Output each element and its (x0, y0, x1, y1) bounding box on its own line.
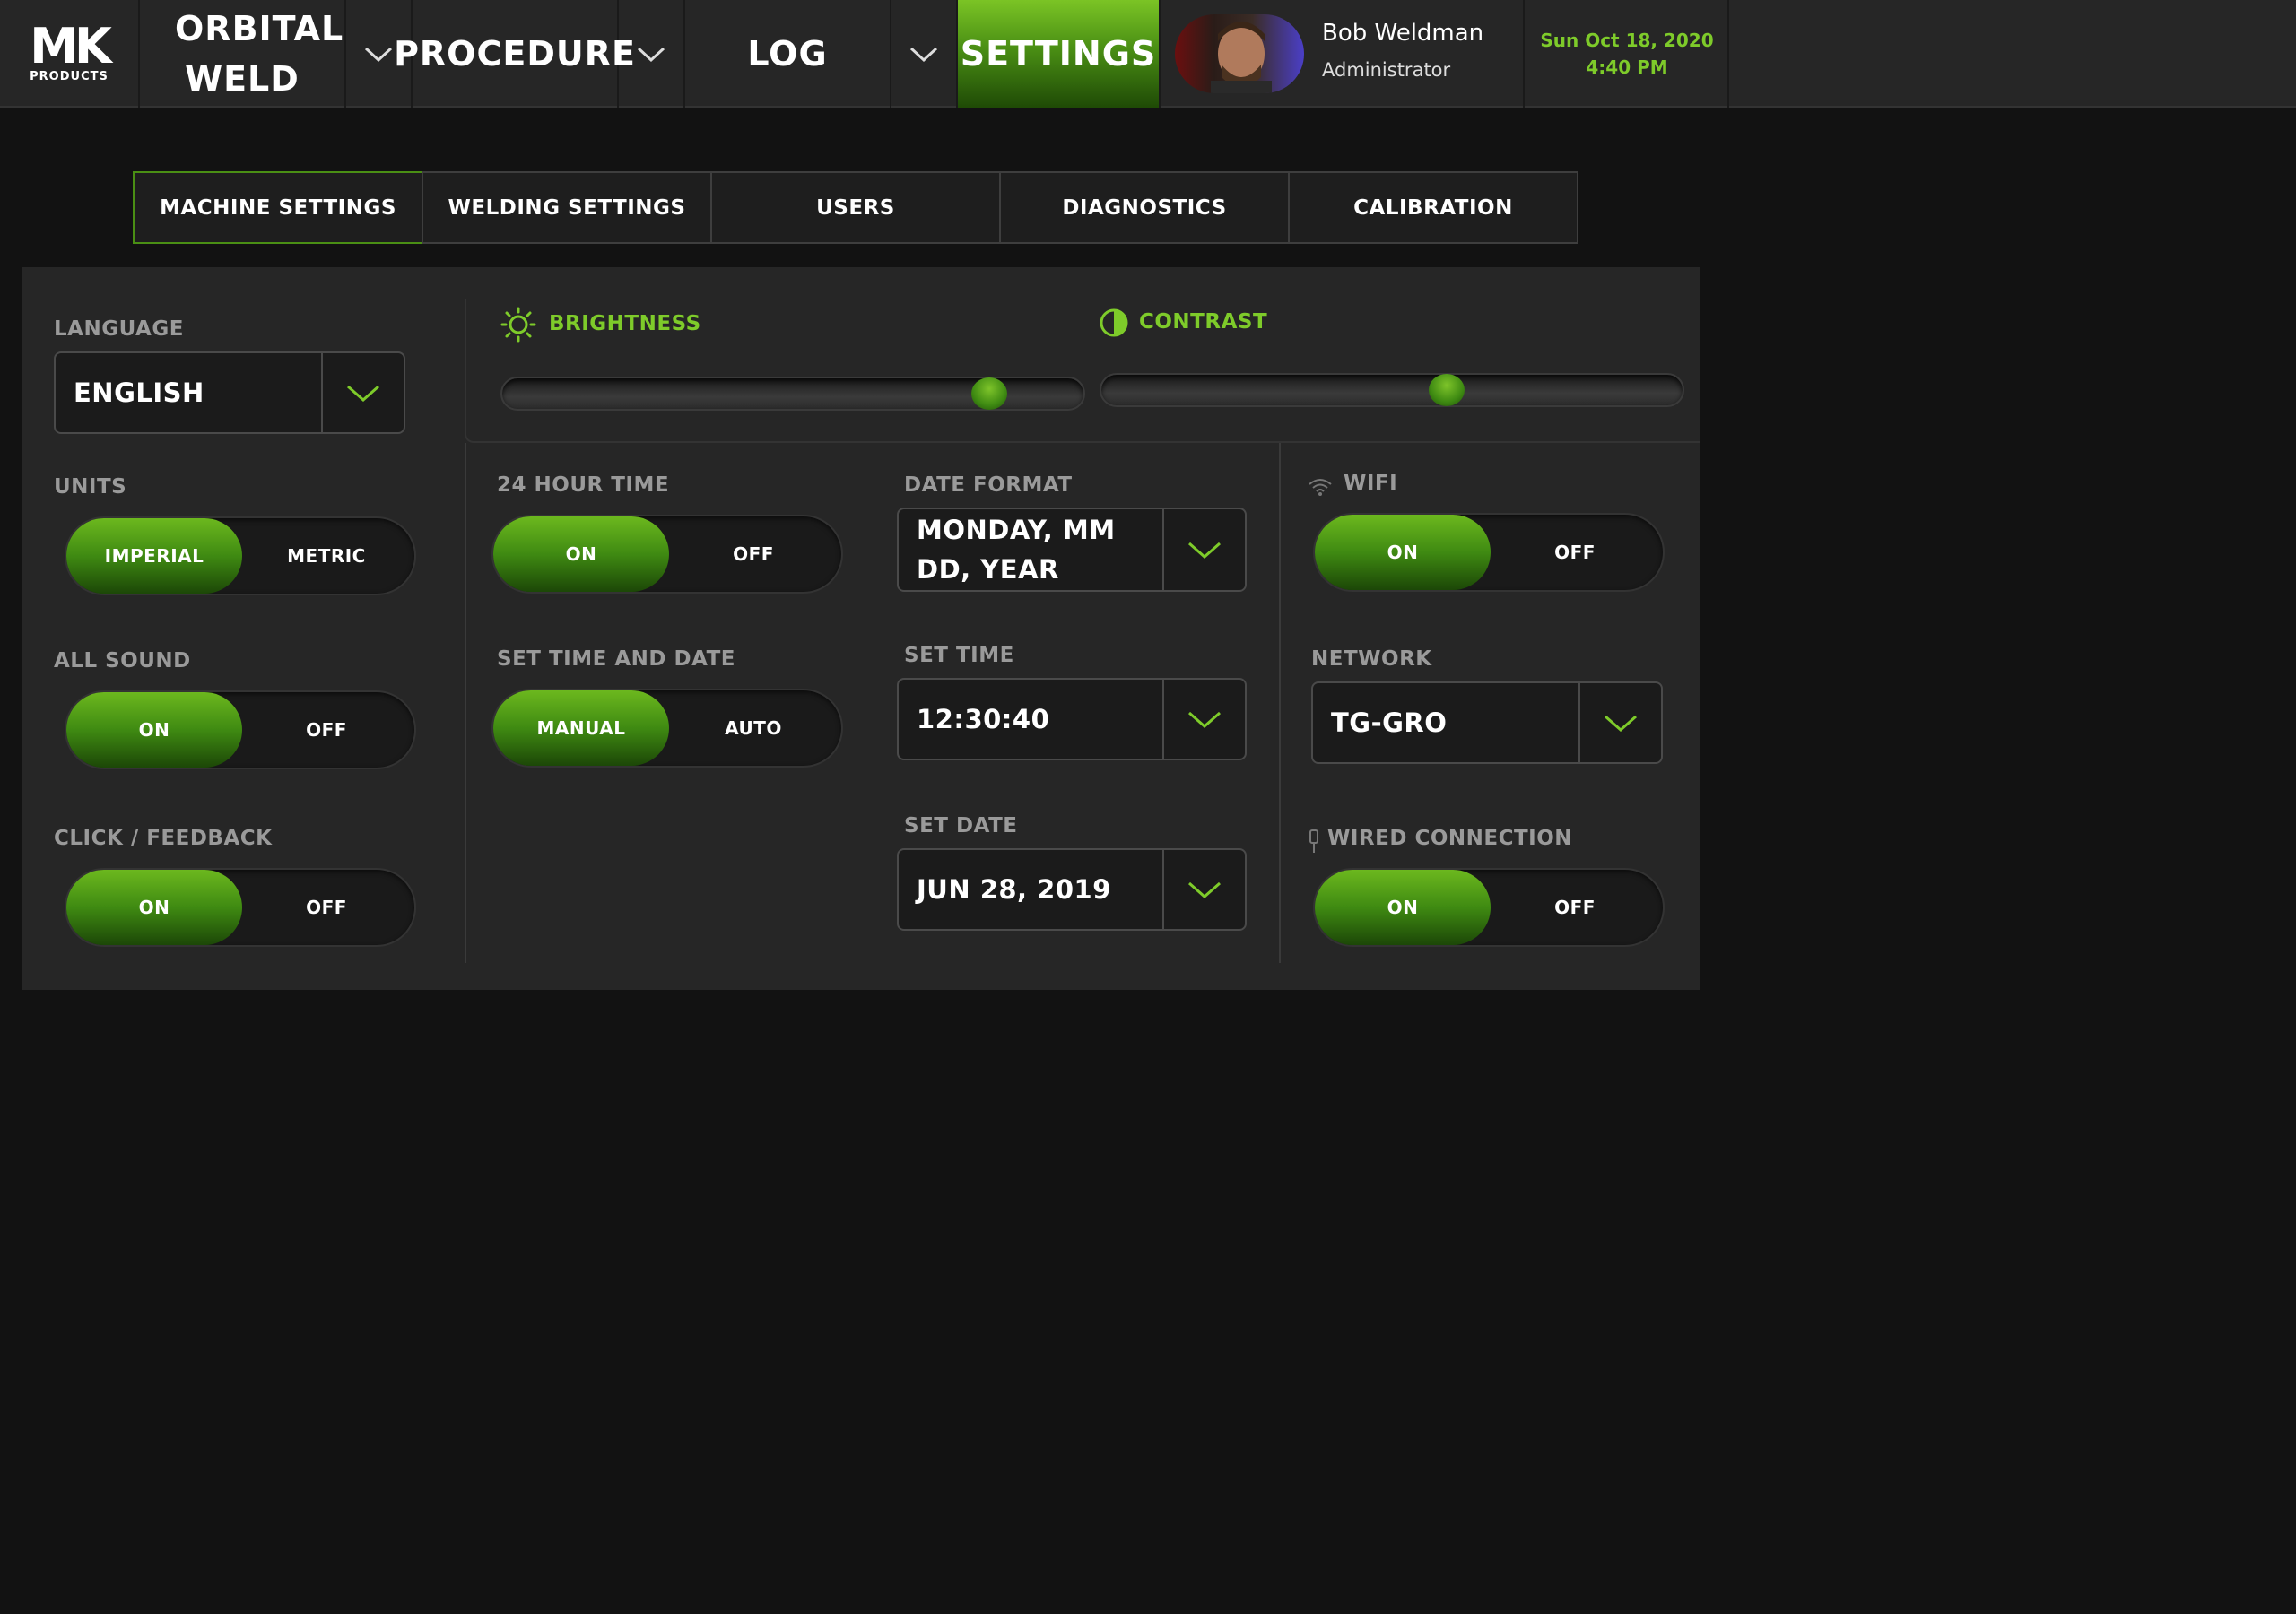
network-dropdown[interactable]: TG-GRO (1311, 681, 1663, 764)
set-date-dropdown[interactable]: JUN 28, 2019 (897, 848, 1247, 931)
wifi-on-option[interactable]: ON (1315, 515, 1491, 590)
click-feedback-on-option[interactable]: ON (66, 870, 242, 945)
user-role: Administrator (1322, 59, 1451, 81)
nav-log-dropdown[interactable] (891, 0, 958, 108)
contrast-slider-handle[interactable] (1429, 374, 1465, 406)
wired-connection-label: WIRED CONNECTION (1327, 827, 1573, 850)
click-feedback-toggle[interactable]: ON OFF (65, 868, 416, 947)
chevron-down-icon (1605, 715, 1637, 733)
language-label: LANGUAGE (54, 317, 184, 341)
nav-orbital-weld[interactable]: ORBITAL WELD (140, 0, 346, 108)
tab-machine-settings[interactable]: MACHINE SETTINGS (133, 171, 423, 244)
wired-off-option[interactable]: OFF (1487, 870, 1663, 945)
settings-subtabs: MACHINE SETTINGS WELDING SETTINGS USERS … (133, 171, 1578, 244)
tab-diagnostics[interactable]: DIAGNOSTICS (999, 171, 1290, 244)
nav-procedure[interactable]: PROCEDURE (394, 0, 635, 108)
logo-mark: MK (30, 17, 112, 74)
units-metric-option[interactable]: METRIC (239, 518, 414, 594)
nav-orbital-weld-label: ORBITAL WELD (175, 9, 344, 99)
chevron-down-icon (347, 385, 379, 403)
column-divider (465, 443, 466, 963)
set-time-date-label: SET TIME AND DATE (497, 647, 735, 671)
chevron-down-icon (364, 47, 393, 63)
machine-settings-panel: LANGUAGE ENGLISH UNITS IMPERIAL METRIC A… (22, 267, 1700, 990)
all-sound-on-option[interactable]: ON (66, 692, 242, 768)
avatar (1175, 14, 1304, 93)
contrast-icon (1100, 308, 1128, 337)
logo-subtext: PRODUCTS (30, 69, 109, 83)
date-format-value: MONDAY, MM DD, YEAR (917, 515, 1116, 585)
set-time-date-auto-option[interactable]: AUTO (665, 690, 841, 766)
datetime-display: Sun Oct 18, 2020 4:40 PM (1526, 0, 1729, 108)
all-sound-off-option[interactable]: OFF (239, 692, 414, 768)
chevron-down-icon (909, 47, 938, 63)
hour24-toggle[interactable]: ON OFF (491, 515, 843, 594)
contrast-label: CONTRAST (1139, 310, 1268, 334)
nav-settings-label: SETTINGS (960, 34, 1157, 74)
chevron-down-icon (1188, 881, 1221, 899)
nav-log[interactable]: LOG (685, 0, 891, 108)
hour24-on-option[interactable]: ON (493, 516, 669, 592)
wired-on-option[interactable]: ON (1315, 870, 1491, 945)
hour24-off-option[interactable]: OFF (665, 516, 841, 592)
contrast-slider[interactable] (1100, 373, 1684, 407)
units-imperial-option[interactable]: IMPERIAL (66, 518, 242, 594)
wifi-icon (1309, 479, 1332, 496)
date-format-dropdown-button[interactable] (1162, 509, 1245, 590)
nav-procedure-label: PROCEDURE (394, 34, 636, 74)
current-time: 4:40 PM (1586, 56, 1668, 78)
wired-connection-toggle[interactable]: ON OFF (1313, 868, 1665, 947)
network-value: TG-GRO (1331, 707, 1448, 738)
top-navigation-bar: MK PRODUCTS ORBITAL WELD PROCEDURE LOG S… (0, 0, 2296, 108)
date-format-dropdown[interactable]: MONDAY, MM DD, YEAR (897, 508, 1247, 592)
click-feedback-label: CLICK / FEEDBACK (54, 827, 273, 850)
chevron-down-icon (1188, 711, 1221, 729)
mk-products-logo[interactable]: MK PRODUCTS (0, 0, 140, 108)
set-time-date-toggle[interactable]: MANUAL AUTO (491, 689, 843, 768)
hour24-label: 24 HOUR TIME (497, 473, 670, 497)
user-profile[interactable]: Bob Weldman Administrator (1161, 0, 1525, 108)
wifi-label: WIFI (1344, 472, 1398, 495)
set-time-date-manual-option[interactable]: MANUAL (493, 690, 669, 766)
set-date-value: JUN 28, 2019 (917, 874, 1111, 905)
sun-icon (500, 307, 536, 343)
all-sound-label: ALL SOUND (54, 649, 191, 672)
language-dropdown-button[interactable] (321, 353, 404, 432)
tab-welding-settings[interactable]: WELDING SETTINGS (422, 171, 712, 244)
set-time-value: 12:30:40 (917, 704, 1050, 734)
date-format-label: DATE FORMAT (904, 473, 1073, 497)
language-value: ENGLISH (74, 377, 204, 408)
brightness-label: BRIGHTNESS (549, 312, 701, 335)
set-time-dropdown[interactable]: 12:30:40 (897, 678, 1247, 760)
brightness-slider[interactable] (500, 377, 1085, 411)
click-feedback-off-option[interactable]: OFF (239, 870, 414, 945)
nav-settings[interactable]: SETTINGS (958, 0, 1161, 108)
set-date-dropdown-button[interactable] (1162, 850, 1245, 929)
language-dropdown[interactable]: ENGLISH (54, 351, 405, 434)
nav-procedure-dropdown[interactable] (619, 0, 685, 108)
cable-icon (1309, 829, 1318, 853)
wifi-off-option[interactable]: OFF (1487, 515, 1663, 590)
network-dropdown-button[interactable] (1578, 683, 1661, 762)
user-name: Bob Weldman (1322, 20, 1484, 47)
wifi-toggle[interactable]: ON OFF (1313, 513, 1665, 592)
chevron-down-icon (637, 47, 665, 63)
set-time-label: SET TIME (904, 644, 1014, 667)
nav-log-label: LOG (747, 34, 828, 74)
set-date-label: SET DATE (904, 814, 1018, 837)
set-time-dropdown-button[interactable] (1162, 680, 1245, 759)
tab-users[interactable]: USERS (710, 171, 1001, 244)
all-sound-toggle[interactable]: ON OFF (65, 690, 416, 769)
chevron-down-icon (1188, 542, 1221, 560)
brightness-slider-handle[interactable] (971, 377, 1007, 410)
column-divider (1279, 443, 1281, 963)
units-label: UNITS (54, 475, 127, 499)
tab-calibration[interactable]: CALIBRATION (1288, 171, 1578, 244)
current-date: Sun Oct 18, 2020 (1540, 30, 1714, 51)
network-label: NETWORK (1311, 647, 1432, 671)
units-toggle[interactable]: IMPERIAL METRIC (65, 516, 416, 595)
